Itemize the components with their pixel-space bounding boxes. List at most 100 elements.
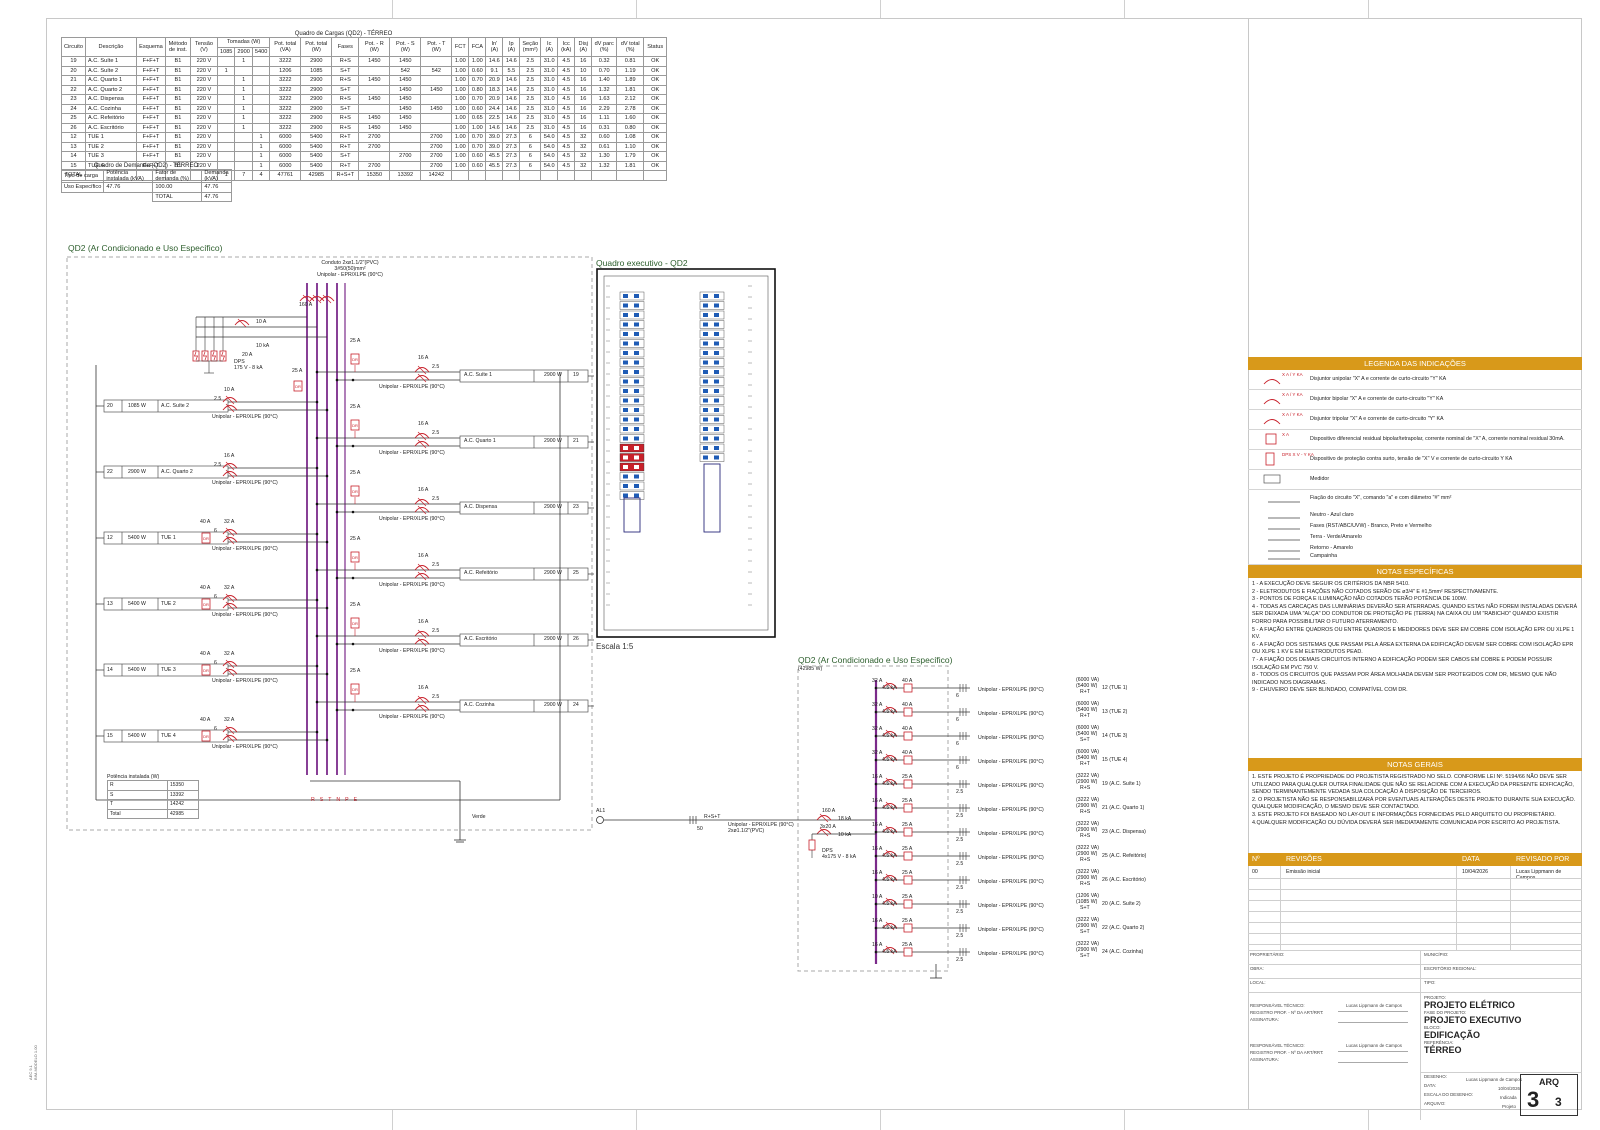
legend-item: Medidor	[1248, 470, 1582, 490]
load-cell	[251, 113, 271, 124]
ka-label: 2.5	[432, 628, 440, 634]
load-cell: 1.00	[451, 160, 470, 171]
circuit-name: 21 (A.C. Quarto 1)	[1102, 805, 1145, 811]
demand-cell: 47.76	[201, 182, 232, 193]
tb-location-label: LOCAL:	[1250, 980, 1266, 985]
load-cell: 21	[61, 75, 86, 86]
cable-label: Unipolar - EPR/XLPE (90°C)	[978, 831, 1044, 837]
circuit-number: 24	[573, 702, 579, 708]
load-cell: 54.0	[540, 132, 559, 143]
dr-device	[903, 683, 913, 693]
al1-symbol	[596, 816, 604, 824]
bus-labels: RSTNPE	[311, 797, 362, 803]
load-cell: 1	[234, 113, 253, 124]
legend-title: LEGENDA DAS INDICAÇÕES	[1248, 357, 1582, 370]
demand-cell: 47.76	[103, 182, 154, 193]
load-cell: 39.0	[485, 141, 504, 152]
phase-label: R+T	[1080, 689, 1090, 695]
load-cell: 1.79	[616, 151, 645, 162]
load-cell: F+F+T	[135, 132, 166, 143]
load-cell: 2900	[300, 84, 333, 95]
load-cell: 1.00	[451, 103, 470, 114]
load-cell: 31.0	[540, 84, 559, 95]
dps-icon	[210, 317, 218, 362]
load-cell: 14.6	[485, 56, 504, 67]
note-line: 3 - PONTOS DE FORÇA E ILUMINAÇÃO NÃO COT…	[1252, 596, 1468, 603]
grid-mark	[636, 0, 637, 18]
ka-label: 4.5 kA	[882, 925, 897, 931]
load-cell: 1450	[358, 113, 391, 124]
sheet-code: ARQ	[1539, 1077, 1559, 1087]
load-header-cell: Esquema	[135, 37, 166, 57]
load-cell: OK	[643, 84, 668, 95]
ka-label: 4.5 kA	[882, 757, 897, 763]
load-cell: 1	[251, 151, 271, 162]
load-cell: 3222	[269, 122, 302, 133]
load-cell: F+F+T	[135, 103, 166, 114]
load-cell: 1450	[389, 75, 422, 86]
din-breaker	[619, 320, 645, 329]
din-breaker	[619, 339, 645, 348]
cable-label: Unipolar - EPR/XLPE (90°C)	[978, 783, 1044, 789]
load-cell	[234, 141, 253, 152]
dr-label: 25 A	[902, 870, 913, 876]
din-breaker	[699, 329, 725, 339]
load-cell: 220 V	[189, 103, 218, 114]
load-cell: 31.0	[540, 103, 559, 114]
legend-text: Disjuntor bipolar "X" A e corrente de cu…	[1310, 396, 1444, 402]
load-cell	[420, 94, 453, 105]
circuit-number: 14	[107, 667, 113, 673]
dr-label: 25 A	[350, 404, 361, 410]
rev-header-num: Nº	[1252, 856, 1260, 863]
ka-label: 2.5	[432, 430, 440, 436]
cable-label: Unipolar - EPR/XLPE (90°C)	[978, 711, 1044, 717]
load-header-cell: dV total (%)	[616, 37, 645, 57]
section-label: 2.5	[956, 813, 964, 819]
load-cell: 26	[61, 122, 86, 133]
tb-file: Projeto	[1502, 1104, 1516, 1109]
load-header-cell: Método de inst.	[164, 37, 191, 57]
circuit-breaker-icon	[414, 629, 430, 639]
load-cell: OK	[643, 103, 668, 114]
load-cell: 14.6	[485, 122, 504, 133]
dr-device: DR	[350, 551, 360, 563]
load-cell	[251, 65, 271, 76]
breaker-label: 16 A	[224, 453, 235, 459]
load-cell: 12	[61, 132, 86, 143]
din-breaker	[699, 339, 725, 348]
load-cell: S+T	[331, 151, 360, 162]
load-cell: 14.6	[502, 75, 521, 86]
load-cell: B1	[164, 94, 191, 105]
main-breaker-label: 160 A	[299, 302, 313, 308]
load-cell: 27.3	[502, 160, 521, 171]
load-cell: 220 V	[189, 151, 218, 162]
circuit-power: 5400 W	[128, 667, 146, 673]
load-cell: F+F+T	[135, 113, 166, 124]
right-dps-icon	[808, 839, 816, 851]
circuit-power: 2900 W	[544, 438, 562, 444]
dps-breaker-label: 10 kA	[256, 343, 270, 349]
load-cell: R+T	[331, 141, 360, 152]
load-cell: 1450	[358, 56, 391, 67]
load-total-cell	[519, 170, 542, 181]
load-cell: 1	[251, 160, 271, 171]
load-cell: F+F+T	[135, 75, 166, 86]
load-cell: OK	[643, 75, 668, 86]
load-cell	[420, 122, 453, 133]
load-table-block: Quadro de Cargas (QD2) - TÉRREO Circuito…	[61, 31, 668, 181]
load-cell: 0.70	[468, 75, 487, 86]
load-cell: 2.5	[519, 113, 542, 124]
din-breaker	[699, 377, 725, 386]
load-cell: 54.0	[540, 160, 559, 171]
load-cell: OK	[643, 94, 668, 105]
cable-label: Unipolar - EPR/XLPE (90°C)	[212, 612, 278, 618]
load-cell: 1085	[300, 65, 333, 76]
note-line: 9 - CHUVEIRO DEVE SER BLINDADO, COMPATÍV…	[1252, 687, 1408, 694]
load-cell: 4.5	[557, 84, 576, 95]
dr-label: 25 A	[350, 536, 361, 542]
bus-label-r: R	[311, 797, 320, 803]
circuit-number: 22	[107, 469, 113, 475]
load-total-cell	[485, 170, 504, 181]
load-cell: B1	[164, 56, 191, 67]
load-cell: A.C. Suíte 1	[84, 56, 137, 67]
